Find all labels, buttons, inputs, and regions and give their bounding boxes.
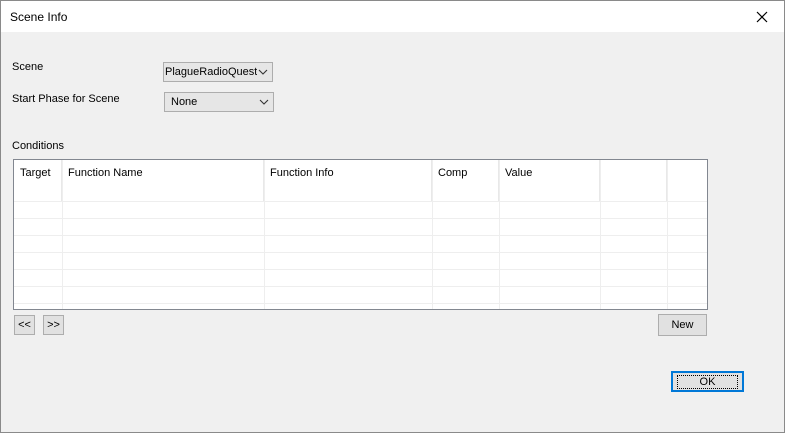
close-icon — [756, 11, 768, 22]
column-header-target[interactable]: Target — [14, 160, 62, 201]
scene-label: Scene — [12, 61, 44, 73]
table-row[interactable] — [14, 218, 707, 235]
scene-info-dialog: Scene Info Scene PlagueRadioQuest Start … — [0, 0, 785, 433]
table-row[interactable] — [14, 201, 707, 218]
title-bar: Scene Info — [1, 1, 784, 32]
table-row[interactable] — [14, 269, 707, 286]
close-button[interactable] — [740, 1, 784, 32]
column-header-extra-1[interactable] — [600, 160, 667, 201]
table-row[interactable] — [14, 235, 707, 252]
column-header-comp[interactable]: Comp — [432, 160, 499, 201]
column-header-value[interactable]: Value — [499, 160, 600, 201]
ok-button-label: OK — [676, 374, 739, 389]
scene-dropdown[interactable]: PlagueRadioQuest — [163, 62, 273, 82]
table-row[interactable] — [14, 303, 707, 309]
column-header-function-name[interactable]: Function Name — [62, 160, 264, 201]
previous-page-button[interactable]: << — [14, 315, 35, 335]
conditions-table[interactable]: Target Function Name Function Info Comp … — [13, 159, 708, 310]
chevron-down-icon — [259, 99, 269, 105]
ok-button[interactable]: OK — [671, 371, 744, 392]
column-header-extra-2[interactable] — [667, 160, 707, 201]
next-page-button[interactable]: >> — [43, 315, 64, 335]
table-row[interactable] — [14, 286, 707, 303]
start-phase-dropdown[interactable]: None — [164, 92, 274, 112]
new-condition-button[interactable]: New — [658, 314, 707, 336]
scene-dropdown-value: PlagueRadioQuest — [165, 66, 257, 78]
start-phase-label: Start Phase for Scene — [12, 93, 120, 105]
conditions-label: Conditions — [12, 140, 64, 152]
chevron-down-icon — [258, 69, 268, 75]
table-row[interactable] — [14, 252, 707, 269]
start-phase-dropdown-value: None — [171, 96, 198, 108]
dialog-title: Scene Info — [10, 10, 68, 24]
column-header-function-info[interactable]: Function Info — [264, 160, 432, 201]
